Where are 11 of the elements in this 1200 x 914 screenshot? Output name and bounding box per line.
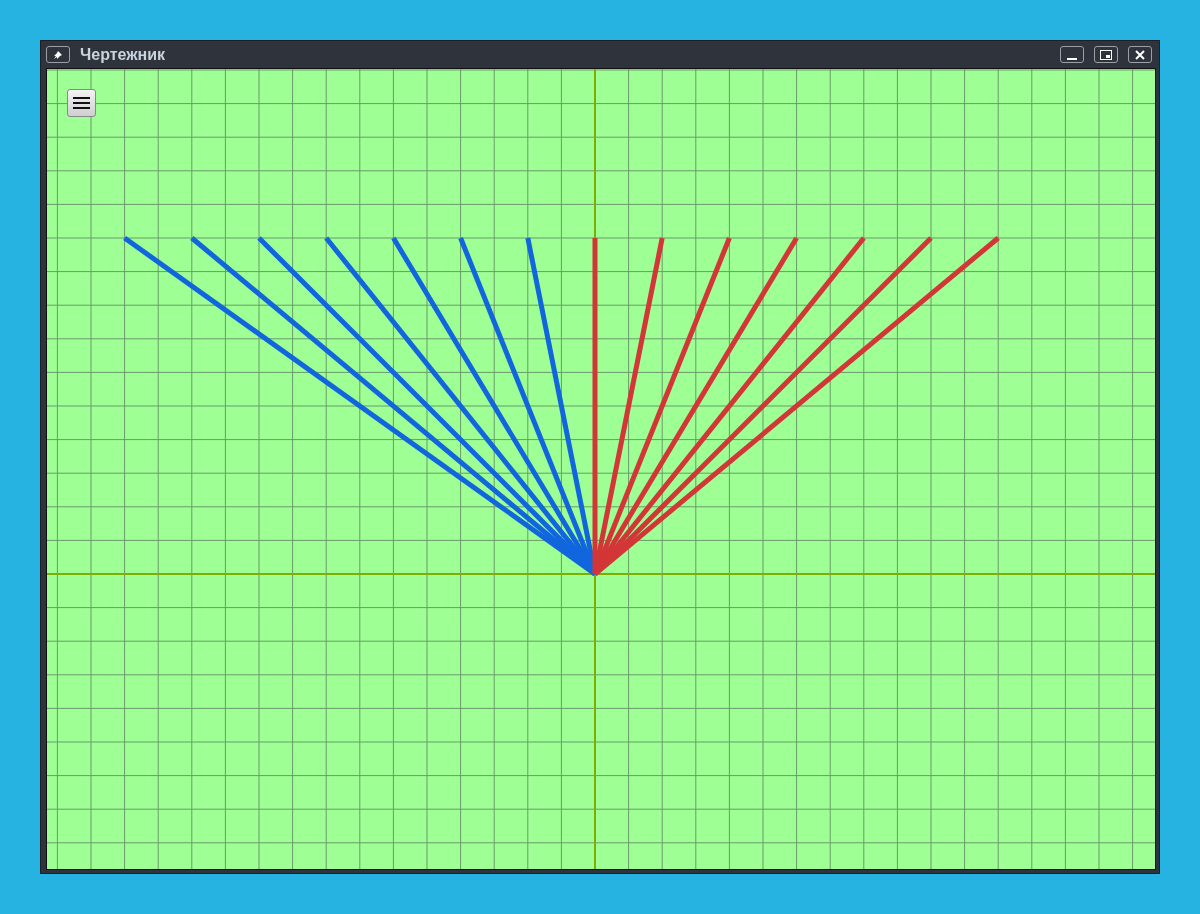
menu-button[interactable] bbox=[67, 89, 96, 117]
menu-icon bbox=[73, 97, 90, 109]
minimize-icon bbox=[1067, 57, 1077, 60]
minimize-button[interactable] bbox=[1060, 46, 1084, 63]
pin-button[interactable] bbox=[46, 46, 70, 63]
window-title: Чертежник bbox=[80, 44, 166, 65]
close-button[interactable] bbox=[1128, 46, 1152, 63]
pin-icon bbox=[53, 49, 63, 60]
close-icon bbox=[1135, 49, 1145, 60]
restore-icon bbox=[1100, 49, 1112, 60]
restore-button[interactable] bbox=[1094, 46, 1118, 63]
